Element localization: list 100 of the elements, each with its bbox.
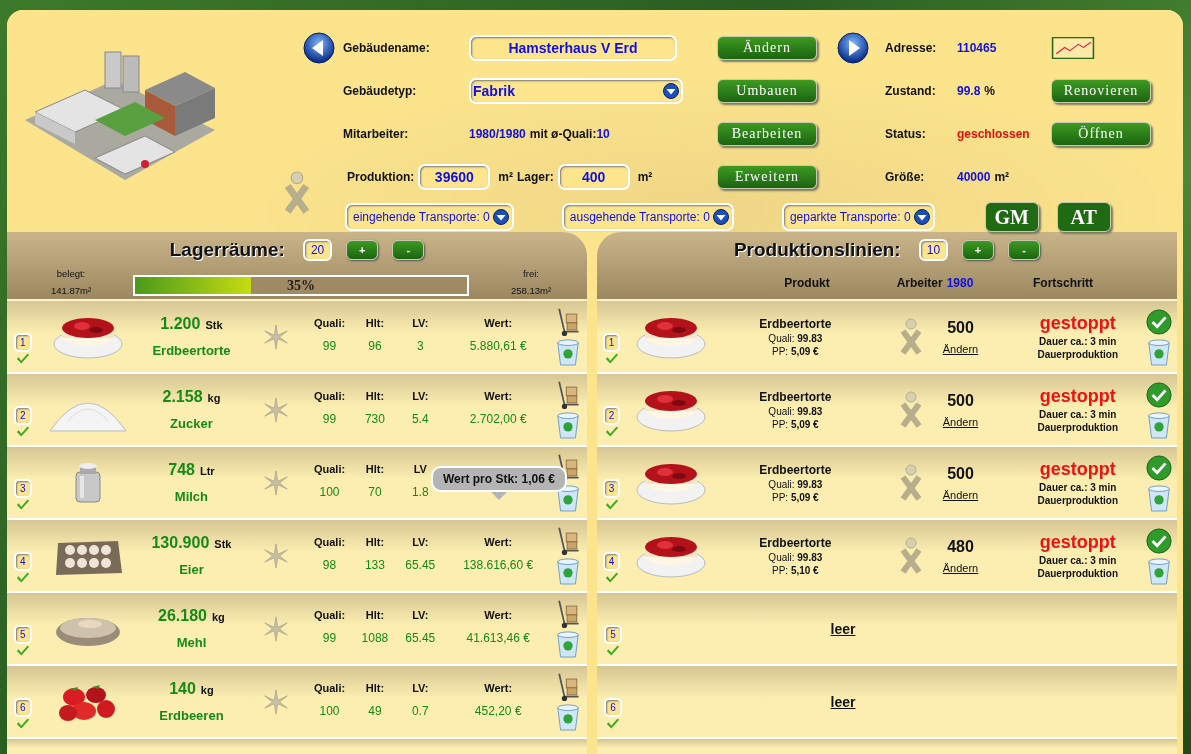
unit-text: kg: [212, 611, 225, 623]
quality-text: Quali: 99.83: [768, 551, 823, 563]
check-icon: [605, 717, 621, 731]
confirm-icon[interactable]: [1146, 306, 1173, 337]
remove-button[interactable]: -: [1008, 240, 1041, 260]
product-name: Erdbeertorte: [152, 343, 231, 358]
free-value: 258.13m²: [510, 285, 552, 296]
transport-dropdown[interactable]: eingehende Transporte: 0: [345, 203, 514, 231]
add-button[interactable]: +: [962, 240, 995, 260]
snowflake-icon[interactable]: [263, 468, 290, 497]
stat-label: Quali:: [313, 389, 346, 402]
hand-truck-icon[interactable]: [555, 306, 582, 337]
button[interactable]: GM: [984, 202, 1039, 232]
empty-link[interactable]: leer: [830, 693, 856, 710]
worker-icon: [898, 389, 923, 430]
count-field[interactable]: 20: [302, 239, 333, 261]
product-name: Eier: [179, 562, 204, 577]
unit-text: Stk: [205, 319, 223, 331]
button[interactable]: Ändern: [717, 35, 817, 60]
button[interactable]: Erweitern: [717, 164, 817, 189]
change-link[interactable]: Ändern: [942, 415, 979, 428]
confirm-icon[interactable]: [1146, 525, 1173, 556]
slot-number[interactable]: 5: [604, 625, 622, 644]
chart-icon[interactable]: [1051, 36, 1095, 59]
hand-truck-icon[interactable]: [555, 598, 582, 629]
stat-label: Quali:: [313, 316, 346, 329]
slot-number[interactable]: 3: [602, 479, 621, 498]
field-label: Gebäudename:: [343, 40, 431, 55]
field-label: Lager:: [517, 169, 554, 184]
hand-truck-icon[interactable]: [555, 525, 582, 556]
slot-number[interactable]: 2: [14, 406, 32, 425]
button[interactable]: AT: [1056, 202, 1111, 232]
trash-icon[interactable]: [1146, 482, 1173, 513]
amount-value: 130.900: [151, 534, 210, 551]
snowflake-icon[interactable]: [263, 395, 290, 424]
transport-dropdown[interactable]: ausgehende Transporte: 0: [561, 203, 734, 231]
price-text: PP: 5,10 €: [771, 564, 819, 576]
slot-number[interactable]: 4: [14, 552, 32, 571]
transport-dropdown[interactable]: geparkte Transporte: 0: [781, 203, 935, 231]
snowflake-icon[interactable]: [263, 322, 290, 351]
change-link[interactable]: Ändern: [942, 561, 979, 574]
button[interactable]: Bearbeiten: [717, 121, 817, 146]
storage-field[interactable]: 400: [557, 163, 630, 190]
stat-label: Wert:: [484, 608, 513, 621]
type-dropdown[interactable]: Fabrik: [469, 77, 683, 104]
confirm-icon[interactable]: [1146, 379, 1173, 410]
button[interactable]: Renovieren: [1051, 78, 1151, 103]
button[interactable]: Umbauen: [717, 78, 817, 103]
column-header: Arbeiter: [896, 276, 943, 290]
check-icon: [603, 352, 620, 366]
snowflake-icon[interactable]: [263, 614, 290, 643]
price-text: PP: 5,09 €: [771, 345, 819, 357]
capacity-percent: 35%: [286, 277, 316, 294]
quality-text: Quali: 99.83: [768, 478, 823, 490]
duration-text: Dauer ca.: 3 min: [1039, 336, 1117, 347]
slot-number[interactable]: 1: [602, 333, 621, 352]
snowflake-icon[interactable]: [263, 687, 290, 716]
stat-value: 730: [364, 411, 385, 426]
slot-number[interactable]: 6: [604, 698, 622, 717]
amount-value: 140: [169, 680, 196, 697]
panel-title: Lagerräume:: [169, 239, 285, 261]
worker-count: 500: [947, 391, 974, 410]
trash-icon[interactable]: [1146, 409, 1173, 440]
slot-number[interactable]: 2: [602, 406, 621, 425]
quality-value: 10: [596, 126, 610, 141]
hand-truck-icon[interactable]: [555, 671, 582, 702]
state-text: gestoppt: [1039, 386, 1116, 407]
slot-number[interactable]: 1: [14, 333, 32, 352]
slot-number[interactable]: 5: [14, 625, 32, 644]
check-icon: [603, 425, 620, 439]
amount-value: 26.180: [158, 607, 207, 624]
price-text: PP: 5,09 €: [771, 418, 819, 430]
button[interactable]: Öffnen: [1051, 121, 1151, 146]
stat-label: Hlt:: [365, 608, 385, 621]
worker-count: 500: [947, 318, 974, 337]
slot-number[interactable]: 4: [602, 552, 621, 571]
quality-text: Quali: 99.83: [768, 332, 823, 344]
count-field[interactable]: 10: [918, 239, 949, 261]
empty-link[interactable]: leer: [830, 620, 856, 637]
confirm-icon[interactable]: [1146, 452, 1173, 483]
state-text: gestoppt: [1039, 313, 1116, 334]
stat-value: 100: [319, 703, 340, 718]
trash-icon[interactable]: [1146, 555, 1173, 586]
remove-button[interactable]: -: [392, 240, 425, 260]
slot-number[interactable]: 3: [14, 479, 32, 498]
add-button[interactable]: +: [346, 240, 379, 260]
hand-truck-icon[interactable]: [555, 379, 582, 410]
production-field[interactable]: 39600: [418, 163, 491, 190]
trash-icon[interactable]: [1146, 336, 1173, 367]
trash-icon[interactable]: [555, 482, 582, 513]
stat-value: 41.613,46 €: [466, 630, 530, 645]
stat-value: 133: [364, 557, 385, 572]
name-field[interactable]: Hamsterhaus V Erd: [469, 34, 677, 61]
stat-label: LV:: [412, 681, 429, 694]
slot-number[interactable]: 6: [14, 698, 32, 717]
change-link[interactable]: Ändern: [942, 488, 979, 501]
stat-value: 1.8: [411, 484, 429, 499]
snowflake-icon[interactable]: [263, 541, 290, 570]
change-link[interactable]: Ändern: [942, 342, 979, 355]
stat-value: 5.880,61 €: [469, 338, 527, 353]
